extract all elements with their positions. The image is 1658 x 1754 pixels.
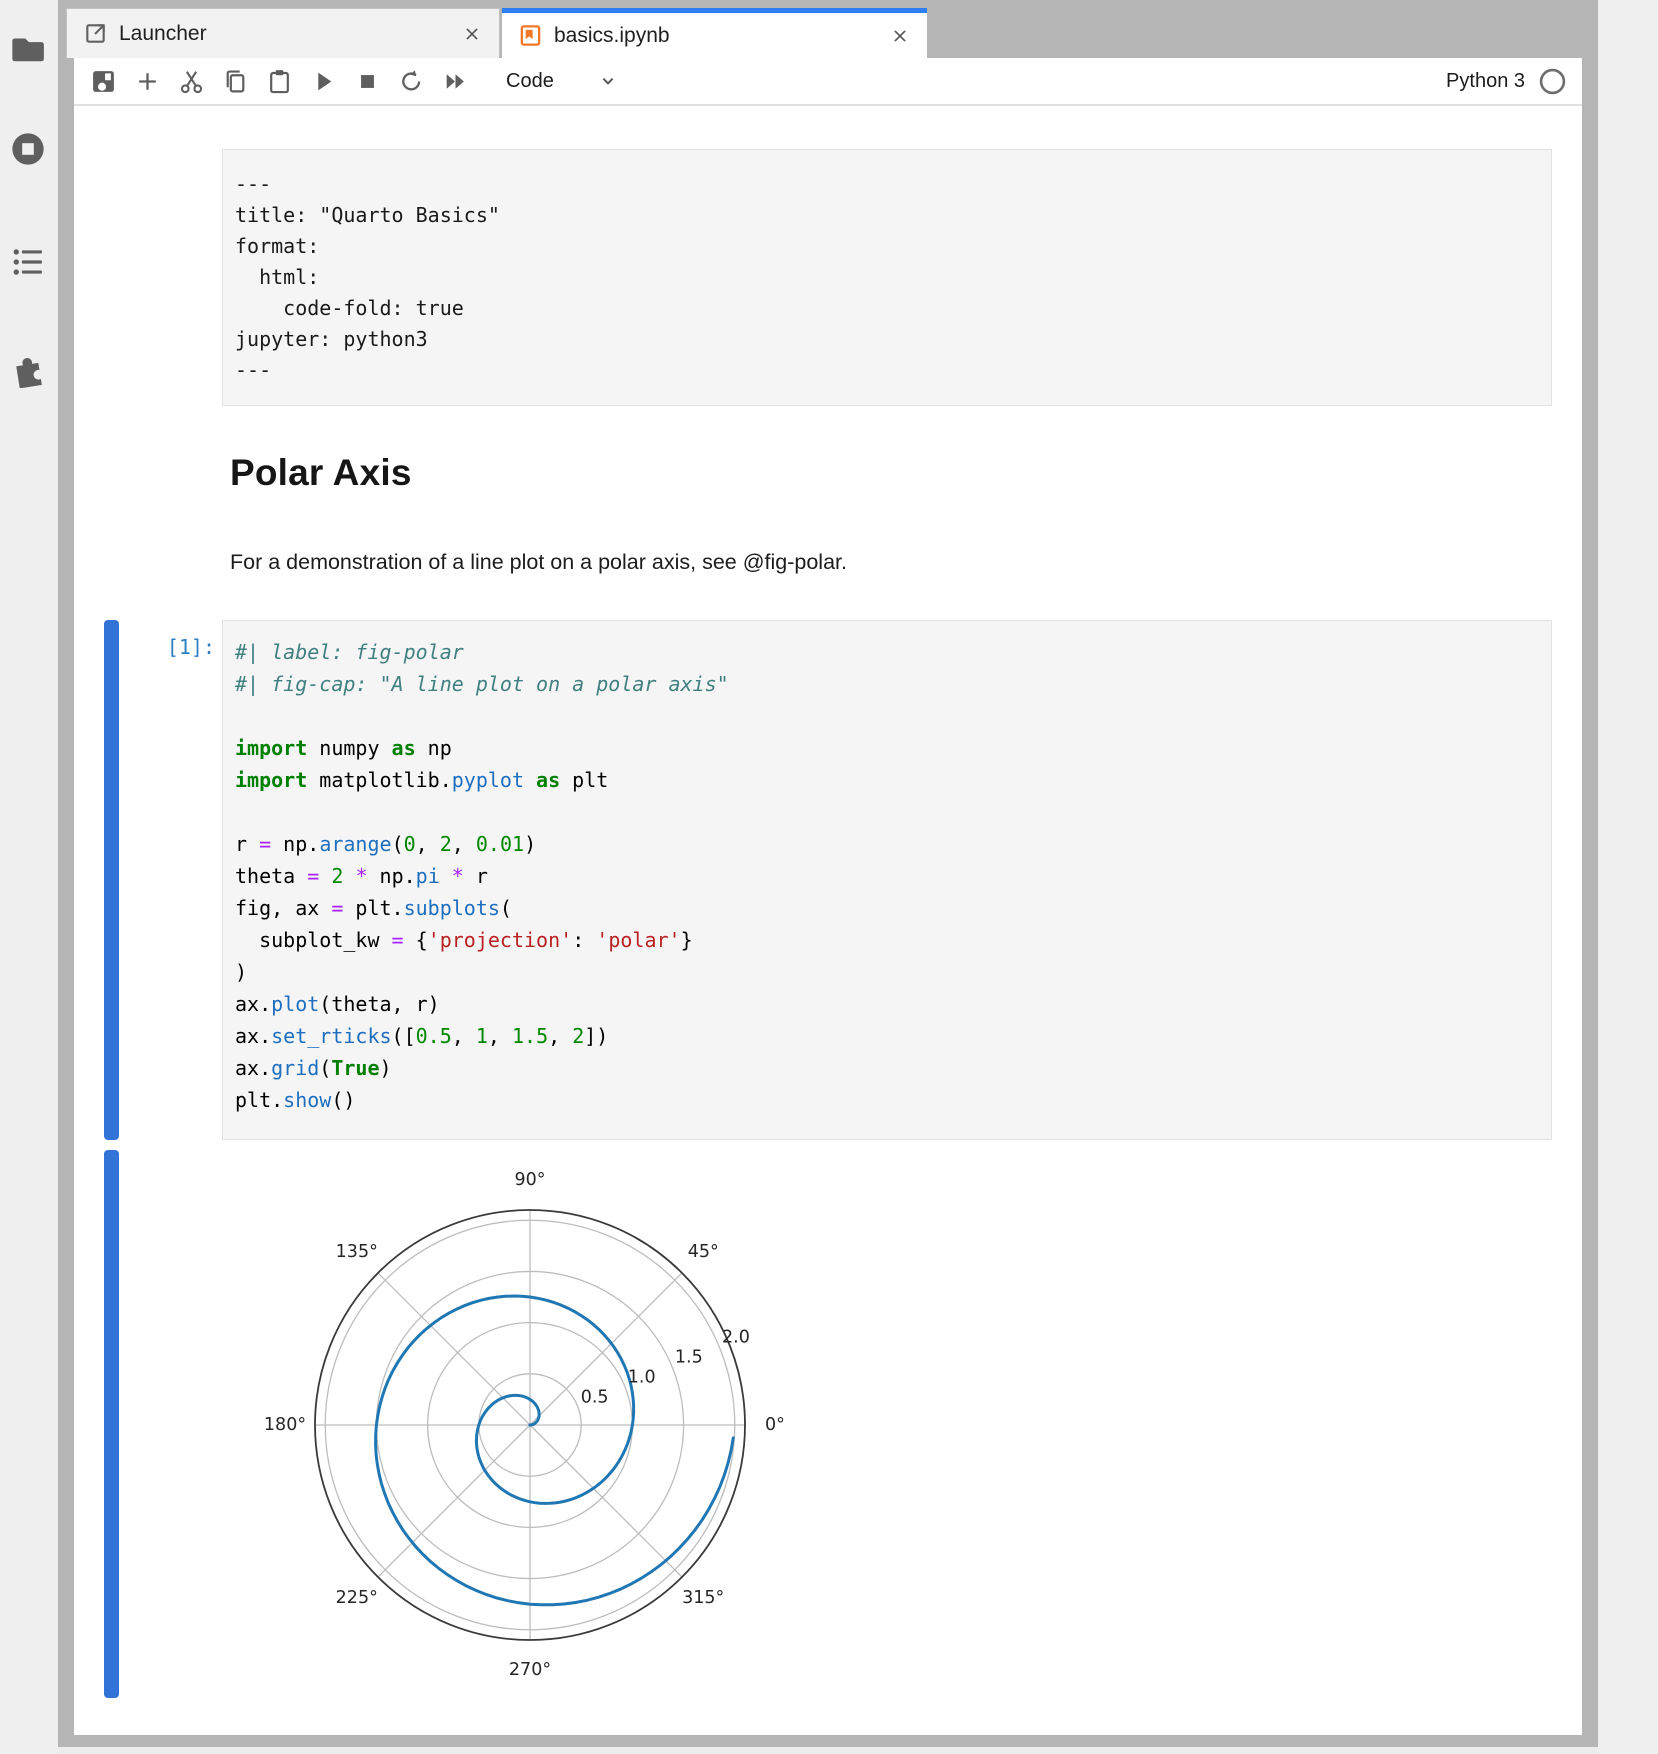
close-icon[interactable] — [461, 23, 483, 45]
notebook-icon — [518, 23, 543, 48]
code-line: #| label: fig-polar — [235, 636, 1539, 668]
launcher-icon — [83, 21, 108, 46]
paste-icon[interactable] — [266, 68, 293, 95]
tab-launcher[interactable]: Launcher — [66, 8, 500, 58]
cell-collapser-output[interactable] — [104, 1150, 119, 1698]
tab-notebook-active[interactable]: basics.ipynb — [502, 8, 927, 58]
code-line: ax.plot(theta, r) — [235, 988, 1539, 1020]
code-line: import matplotlib.pyplot as plt — [235, 764, 1539, 796]
svg-text:135°: 135° — [336, 1242, 378, 1262]
code-cell-editor[interactable]: #| label: fig-polar#| fig-cap: "A line p… — [222, 620, 1552, 1140]
svg-text:0.5: 0.5 — [581, 1388, 609, 1408]
svg-text:225°: 225° — [336, 1588, 378, 1608]
code-line: import numpy as np — [235, 732, 1539, 764]
markdown-heading: Polar Axis — [230, 452, 412, 494]
svg-text:315°: 315° — [682, 1588, 724, 1608]
code-line: #| fig-cap: "A line plot on a polar axis… — [235, 668, 1539, 700]
cell-output-polar-plot[interactable]: 0° 45° 90° 135° 180° 225° 270° 315° 0.5 1.0 1.5 2.0 — [230, 1150, 810, 1710]
run-icon[interactable] — [310, 68, 337, 95]
list-icon[interactable] — [9, 243, 47, 281]
svg-text:45°: 45° — [688, 1242, 719, 1262]
code-line — [235, 700, 1539, 732]
save-icon[interactable] — [90, 68, 117, 95]
activity-bar — [0, 0, 58, 1754]
cell-type-select[interactable]: Code — [506, 70, 554, 93]
markdown-paragraph: For a demonstration of a line plot on a … — [230, 550, 847, 575]
stop-circle-icon[interactable] — [9, 130, 47, 168]
code-line: plt.show() — [235, 1084, 1539, 1116]
svg-text:1.5: 1.5 — [675, 1348, 703, 1368]
raw-cell-line: html: — [235, 262, 1539, 293]
puzzle-icon[interactable] — [9, 350, 47, 388]
code-line: theta = 2 * np.pi * r — [235, 860, 1539, 892]
notebook-panel: Code Python 3 ---title: "Quarto Basics"f… — [74, 58, 1582, 1735]
restart-kernel-icon[interactable] — [398, 68, 425, 95]
close-icon[interactable] — [889, 25, 911, 47]
folder-icon[interactable] — [9, 30, 47, 68]
right-sidebar-strip: ⚙⚙ — [1598, 0, 1658, 1754]
raw-cell-line: --- — [235, 355, 1539, 386]
code-line: ) — [235, 956, 1539, 988]
polar-plot-figure: 0° 45° 90° 135° 180° 225° 270° 315° 0.5 1.0 1.5 2.0 — [230, 1150, 810, 1710]
raw-cell-line: title: "Quarto Basics" — [235, 200, 1539, 231]
svg-text:1.0: 1.0 — [628, 1368, 656, 1388]
code-line: ax.grid(True) — [235, 1052, 1539, 1084]
code-line — [235, 796, 1539, 828]
tab-launcher-label: Launcher — [119, 22, 207, 46]
tab-notebook-label: basics.ipynb — [554, 24, 670, 48]
stop-icon[interactable] — [354, 68, 381, 95]
svg-text:270°: 270° — [509, 1660, 551, 1680]
cut-icon[interactable] — [178, 68, 205, 95]
raw-cell-line: code-fold: true — [235, 293, 1539, 324]
add-cell-icon[interactable] — [134, 68, 161, 95]
svg-text:90°: 90° — [514, 1170, 545, 1190]
code-line: fig, ax = plt.subplots( — [235, 892, 1539, 924]
code-line: r = np.arange(0, 2, 0.01) — [235, 828, 1539, 860]
chevron-down-icon[interactable] — [596, 69, 620, 93]
code-line: subplot_kw = {'projection': 'polar'} — [235, 924, 1539, 956]
raw-cell-editor[interactable]: ---title: "Quarto Basics"format: html: c… — [222, 149, 1552, 406]
svg-text:0°: 0° — [765, 1415, 785, 1435]
raw-cell-line: --- — [235, 169, 1539, 200]
notebook-toolbar: Code Python 3 — [74, 58, 1582, 106]
execution-count-prompt: [1]: — [124, 635, 215, 659]
code-line: ax.set_rticks([0.5, 1, 1.5, 2]) — [235, 1020, 1539, 1052]
svg-text:2.0: 2.0 — [722, 1328, 750, 1348]
run-all-icon[interactable] — [442, 68, 469, 95]
jupyterlab-window: { "colors": { "tab_accent_blue": "#2e7ef… — [0, 0, 1658, 1754]
svg-text:180°: 180° — [264, 1415, 306, 1435]
raw-cell-line: format: — [235, 231, 1539, 262]
raw-cell-line: jupyter: python3 — [235, 324, 1539, 355]
copy-icon[interactable] — [222, 68, 249, 95]
kernel-name[interactable]: Python 3 — [1446, 70, 1525, 93]
cell-collapser-input[interactable] — [104, 620, 119, 1140]
kernel-status-icon[interactable] — [1539, 68, 1566, 95]
